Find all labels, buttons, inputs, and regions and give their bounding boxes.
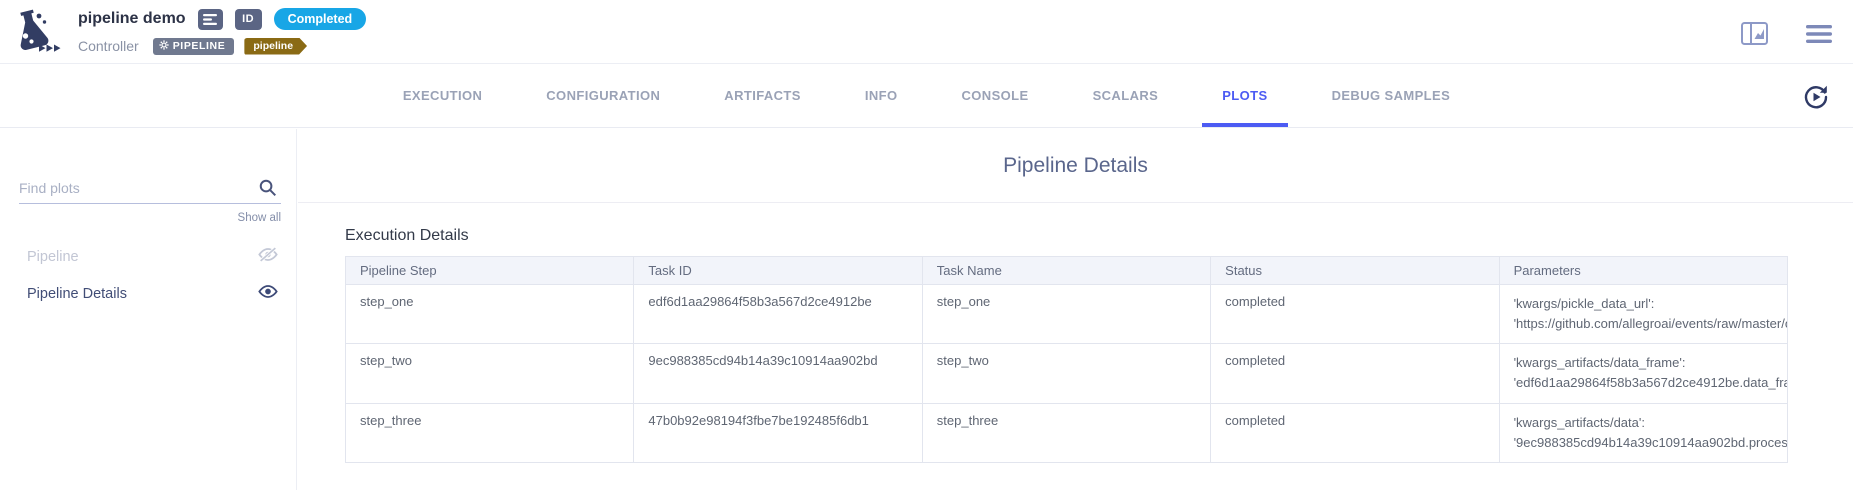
eye-icon[interactable] — [257, 283, 279, 305]
controller-label: Controller — [78, 38, 139, 54]
plot-title-bar: Pipeline Details — [298, 129, 1853, 203]
details-panel-icon[interactable] — [1741, 22, 1768, 50]
id-badge[interactable]: ID — [235, 9, 262, 30]
plot-panel: Pipeline Details Execution Details Pipel… — [298, 129, 1853, 490]
experiment-title-block: pipeline demo ID Completed Controller — [78, 6, 366, 55]
table-header-row: Pipeline Step Task ID Task Name Status P… — [346, 257, 1788, 285]
app-window: pipeline demo ID Completed Controller — [0, 0, 1853, 490]
description-icon[interactable] — [198, 9, 223, 30]
top-header-bar: pipeline demo ID Completed Controller — [0, 0, 1853, 63]
section-title: Execution Details — [345, 227, 1788, 245]
tab-debug-samples[interactable]: DEBUG SAMPLES — [1326, 64, 1457, 127]
cell-task-name: step_one — [922, 285, 1210, 344]
cell-parameters: 'kwargs_artifacts/data_frame': 'edf6d1aa… — [1499, 344, 1787, 403]
auto-refresh-icon[interactable] — [1800, 81, 1831, 112]
status-badge: Completed — [274, 8, 367, 30]
plot-list: Pipeline Pipeline Details — [0, 238, 296, 312]
page-title: Pipeline Details — [1003, 154, 1148, 178]
table-row: step_one edf6d1aa29864f58b3a567d2ce4912b… — [346, 285, 1788, 344]
search-input[interactable] — [19, 174, 281, 202]
plots-sidebar: Show all Pipeline Pipeline Details — [0, 129, 297, 490]
hamburger-menu-icon[interactable] — [1806, 24, 1832, 49]
cell-task-name: step_two — [922, 344, 1210, 403]
cell-status: completed — [1211, 344, 1499, 403]
col-header-parameters: Parameters — [1499, 257, 1787, 285]
system-tag: PIPELINE — [153, 38, 235, 55]
user-tag-label: pipeline — [253, 40, 293, 52]
cell-task-id-link[interactable]: 9ec988385cd94b14a39c10914aa902bd — [634, 344, 922, 403]
plot-item-pipeline[interactable]: Pipeline — [0, 238, 296, 275]
plot-item-pipeline-details[interactable]: Pipeline Details — [0, 275, 296, 312]
cell-pipeline-step: step_two — [346, 344, 634, 403]
cell-status: completed — [1211, 285, 1499, 344]
plot-item-label: Pipeline Details — [27, 286, 127, 302]
gear-icon — [159, 40, 169, 53]
system-tag-label: PIPELINE — [173, 40, 226, 52]
tab-bar: EXECUTION CONFIGURATION ARTIFACTS INFO C… — [0, 63, 1853, 128]
tab-configuration[interactable]: CONFIGURATION — [540, 64, 666, 127]
tab-console[interactable]: CONSOLE — [955, 64, 1034, 127]
cell-task-name: step_three — [922, 403, 1210, 462]
col-header-pipeline-step: Pipeline Step — [346, 257, 634, 285]
cell-task-id-link[interactable]: 47b0b92e98194f3fbe7be192485f6db1 — [634, 403, 922, 462]
experiment-title: pipeline demo — [78, 10, 186, 28]
cell-status: completed — [1211, 403, 1499, 462]
plot-item-label: Pipeline — [27, 249, 79, 265]
tab-info[interactable]: INFO — [859, 64, 904, 127]
cell-parameters: 'kwargs/pickle_data_url': 'https://githu… — [1499, 285, 1787, 344]
pipeline-flask-icon — [8, 7, 66, 57]
cell-parameters: 'kwargs_artifacts/data': '9ec988385cd94b… — [1499, 403, 1787, 462]
user-tag[interactable]: pipeline — [244, 38, 307, 55]
tab-artifacts[interactable]: ARTIFACTS — [718, 64, 807, 127]
plot-search — [19, 174, 281, 204]
search-icon[interactable] — [258, 178, 277, 202]
table-row: step_two 9ec988385cd94b14a39c10914aa902b… — [346, 344, 1788, 403]
col-header-task-id: Task ID — [634, 257, 922, 285]
cell-pipeline-step: step_one — [346, 285, 634, 344]
eye-off-icon[interactable] — [257, 246, 279, 268]
cell-pipeline-step: step_three — [346, 403, 634, 462]
tab-scalars[interactable]: SCALARS — [1087, 64, 1165, 127]
tab-execution[interactable]: EXECUTION — [397, 64, 488, 127]
table-row: step_three 47b0b92e98194f3fbe7be192485f6… — [346, 403, 1788, 462]
col-header-task-name: Task Name — [922, 257, 1210, 285]
execution-details-table: Pipeline Step Task ID Task Name Status P… — [345, 256, 1788, 463]
cell-task-id-link[interactable]: edf6d1aa29864f58b3a567d2ce4912be — [634, 285, 922, 344]
col-header-status: Status — [1211, 257, 1499, 285]
show-all-link[interactable]: Show all — [0, 212, 281, 224]
tab-plots[interactable]: PLOTS — [1216, 64, 1273, 127]
